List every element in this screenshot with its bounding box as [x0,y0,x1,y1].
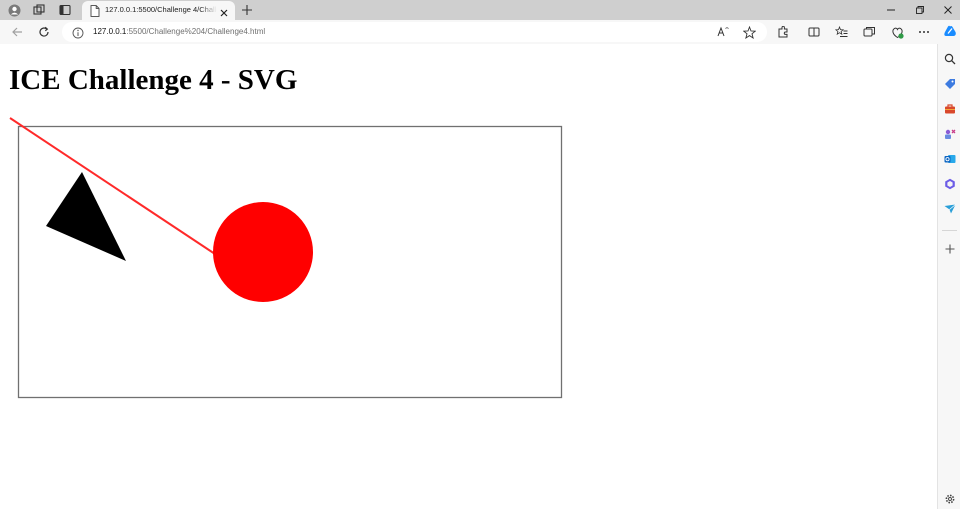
tools-icon[interactable] [943,102,956,115]
browser-toolbar: 127.0.0.1:5500/Challenge%204/Challenge4.… [0,20,960,44]
tab-strip: 127.0.0.1:5500/Challenge 4/Challenge4.ht… [0,0,960,20]
add-icon[interactable] [943,242,956,255]
active-tab[interactable]: 127.0.0.1:5500/Challenge 4/Challenge4.ht… [82,1,235,20]
send-icon[interactable] [943,202,956,215]
close-tab-icon[interactable] [219,5,229,17]
profile-icon[interactable] [7,3,21,17]
tab-title: 127.0.0.1:5500/Challenge 4/Challenge4.ht… [105,5,217,14]
refresh-icon[interactable] [37,25,51,39]
back-icon[interactable] [10,25,24,39]
collections-icon[interactable] [862,25,876,39]
page-icon [90,4,100,17]
url-host: 127.0.0.1 [93,27,127,36]
workspaces-icon[interactable] [32,3,46,17]
more-icon[interactable] [917,25,931,39]
site-info-icon[interactable] [72,26,84,39]
close-window-icon[interactable] [941,3,955,17]
settings-icon[interactable] [943,492,956,505]
read-aloud-icon[interactable] [716,25,730,39]
svg-drawing [9,117,563,399]
minimize-icon[interactable] [884,3,898,17]
extensions-icon[interactable] [776,25,790,39]
edge-sidebar [937,44,960,509]
new-tab-icon[interactable] [240,3,254,17]
shopping-tag-icon[interactable] [943,77,956,90]
svg-line [9,117,216,255]
favorite-star-icon[interactable] [742,25,756,39]
search-icon[interactable] [943,52,956,65]
svg-circle [213,202,313,302]
url-text[interactable]: 127.0.0.1:5500/Challenge%204/Challenge4.… [93,27,265,36]
browser-essentials-icon[interactable] [890,25,904,39]
url-path: :5500/Challenge%204/Challenge4.html [126,27,266,36]
vertical-tabs-icon[interactable] [58,3,72,17]
favorites-icon[interactable] [834,25,848,39]
svg-triangle [46,172,126,261]
copilot-icon[interactable] [943,24,957,38]
sidebar-divider [942,230,957,231]
m365-icon[interactable] [943,177,956,190]
games-icon[interactable] [943,127,956,140]
web-page: ICE Challenge 4 - SVG [0,44,937,509]
outlook-icon[interactable] [943,152,956,165]
split-screen-icon[interactable] [807,25,821,39]
address-bar[interactable]: 127.0.0.1:5500/Challenge%204/Challenge4.… [62,22,767,42]
restore-icon[interactable] [913,3,927,17]
